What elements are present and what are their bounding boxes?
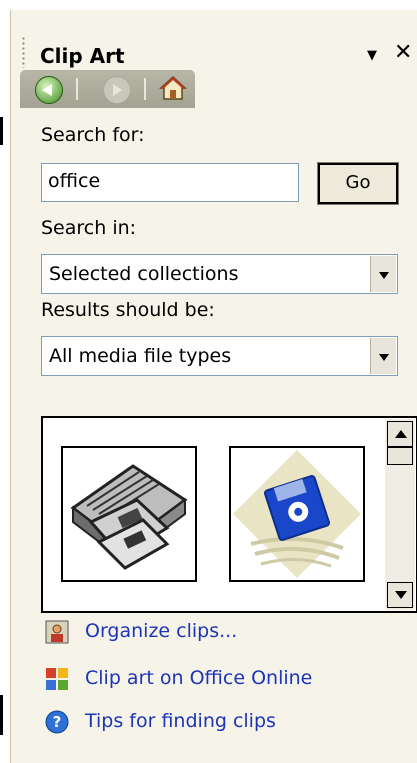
pane-menu-dropdown-icon[interactable]: ▼	[367, 48, 377, 63]
office-online-icon	[46, 668, 68, 690]
organize-clips-icon	[45, 620, 69, 644]
results-type-select[interactable]: All media file types	[41, 336, 398, 376]
window-edge-mark	[0, 117, 3, 145]
pane-title-bar: Clip Art ▼ ✕	[11, 24, 417, 68]
drag-grip-icon[interactable]	[22, 36, 25, 68]
results-type-value: All media file types	[49, 345, 232, 367]
toolbar-separator	[76, 78, 78, 100]
link-label: Organize clips...	[85, 620, 238, 642]
pane-title: Clip Art	[40, 44, 125, 68]
search-in-value: Selected collections	[49, 263, 239, 285]
search-for-label: Search for:	[41, 124, 145, 146]
results-gallery	[41, 416, 417, 613]
results-should-be-label: Results should be:	[41, 299, 215, 321]
navigation-toolbar	[20, 70, 195, 108]
search-input[interactable]: office	[41, 163, 299, 202]
link-label: Clip art on Office Online	[85, 667, 313, 689]
clip-art-task-pane: Clip Art ▼ ✕ Search for: office Go Searc…	[10, 10, 417, 763]
toolbar-separator	[144, 78, 146, 100]
clip-result-blue-floppy[interactable]	[229, 446, 365, 582]
svg-text:?: ?	[53, 713, 62, 731]
scroll-up-icon[interactable]	[387, 421, 413, 447]
floppy-disks-clipart	[70, 464, 188, 570]
window-edge-mark	[0, 695, 3, 735]
close-icon[interactable]: ✕	[394, 42, 412, 64]
search-in-select[interactable]: Selected collections	[41, 254, 398, 294]
chevron-down-icon[interactable]	[370, 256, 396, 292]
results-scrollbar[interactable]	[385, 419, 415, 610]
link-label: Tips for finding clips	[85, 710, 276, 732]
back-arrow-icon[interactable]	[35, 76, 63, 104]
chevron-down-icon[interactable]	[370, 338, 396, 374]
go-button[interactable]: Go	[317, 162, 399, 205]
home-icon[interactable]	[159, 74, 187, 102]
help-icon: ?	[45, 710, 69, 734]
search-in-label: Search in:	[41, 217, 137, 239]
forward-arrow-icon[interactable]	[103, 76, 131, 104]
clip-result-floppy-disks[interactable]	[61, 446, 197, 582]
scrollbar-thumb[interactable]	[387, 447, 413, 465]
blue-floppy-disk-clipart	[233, 450, 361, 578]
scroll-down-icon[interactable]	[387, 582, 413, 608]
